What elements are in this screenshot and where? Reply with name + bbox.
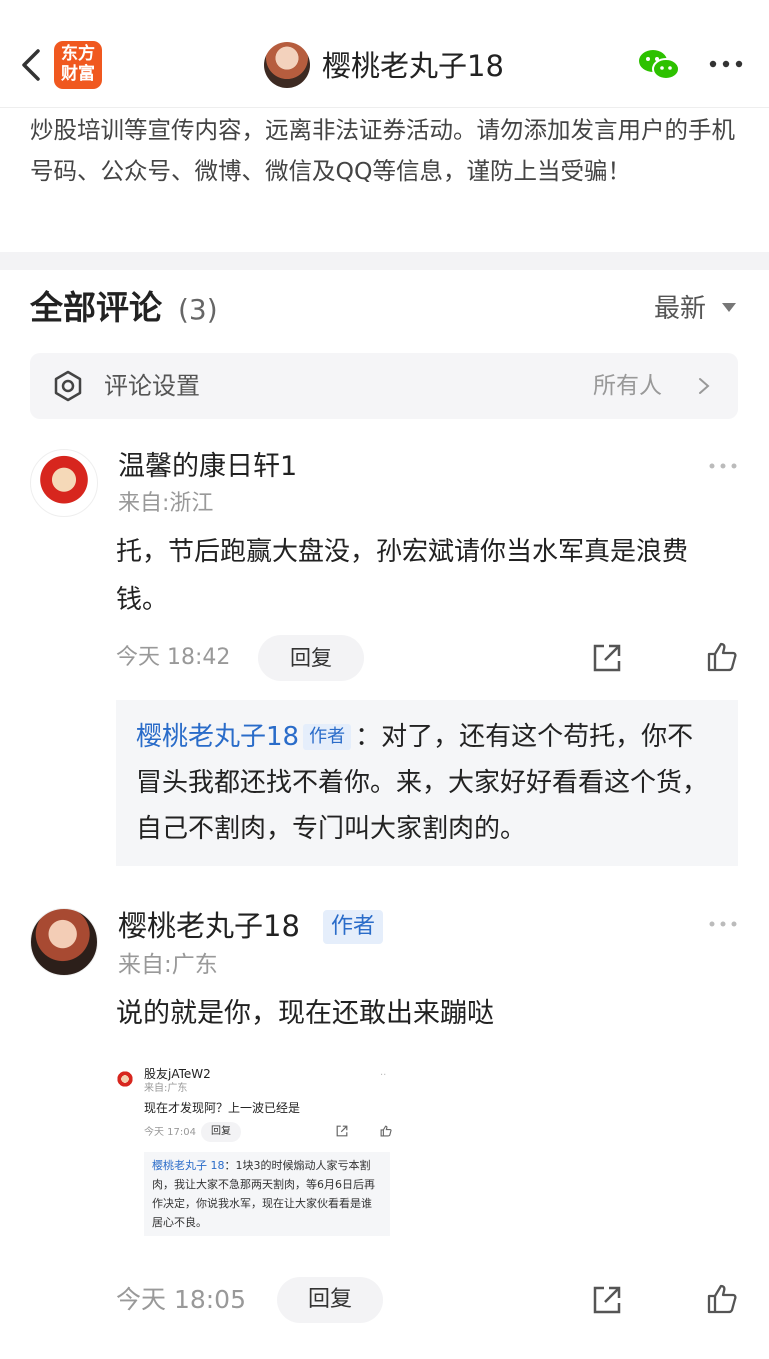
image-body: 现在才发现阿？上一波已经是 [144, 1101, 301, 1115]
share-icon[interactable] [592, 1285, 622, 1315]
image-location: 来自:广东 [144, 1083, 188, 1094]
image-username: 股友jATeW2 [144, 1067, 211, 1081]
more-icon[interactable] [708, 920, 738, 928]
settings-label: 评论设置 [104, 372, 200, 400]
section-divider [0, 252, 769, 270]
comment-body: 托，节后跑赢大盘没，孙宏斌请你当水军真是浪费钱。 [116, 537, 689, 615]
top-nav-bar: 东方 财富 樱桃老丸子18 [0, 0, 769, 108]
author-reply: 樱桃老丸子18 作者 ：对了，还有这个苟托，你不冒头我都还找不着你。来，大家好好看看… [116, 700, 738, 866]
comment-settings-row[interactable]: 评论设置 所有人 [30, 353, 738, 419]
comment-body: 说的就是你，现在还敢出来蹦哒 [116, 998, 494, 1029]
reply-button[interactable]: 回复 [258, 635, 364, 681]
avatar[interactable] [30, 449, 98, 517]
share-icon [336, 1125, 348, 1137]
like-icon[interactable] [706, 1283, 738, 1315]
settings-value: 所有人 [593, 373, 662, 399]
share-icon[interactable] [592, 643, 622, 673]
logo-text-line2: 财富 [61, 64, 95, 84]
header-avatar[interactable] [264, 42, 310, 88]
app-logo[interactable]: 东方 财富 [54, 41, 102, 89]
author-badge: 作者 [323, 910, 384, 944]
sort-dropdown[interactable]: 最新 [654, 290, 706, 328]
image-author-reply: 樱桃老丸子 18：1块3的时候煽动人家亏本割肉，我让大家不急那两天割肉，等6月6… [144, 1152, 390, 1236]
comment-username[interactable]: 温馨的康日轩1 [118, 449, 297, 485]
page-title[interactable]: 樱桃老丸子18 [322, 48, 504, 84]
comment-location: 来自:广东 [118, 952, 218, 978]
comments-count: (3) [178, 293, 218, 326]
comment-username[interactable]: 樱桃老丸子18 [118, 908, 300, 944]
image-reply-button: 回复 [201, 1122, 241, 1142]
comment-location: 来自:浙江 [118, 491, 214, 516]
avatar[interactable] [30, 908, 98, 976]
comment-image[interactable]: 股友jATeW2 来自:广东 ·· 现在才发现阿？上一波已经是 今天 17:04… [108, 1058, 398, 1248]
risk-notice: 炒股培训等宣传内容，远离非法证券活动。请勿添加发言用户的手机号码、公众号、微博、… [30, 116, 735, 185]
reply-separator: ： [355, 722, 382, 752]
image-reply-author: 樱桃老丸子 18 [152, 1159, 225, 1172]
back-icon[interactable] [18, 48, 46, 82]
more-icon: ·· [380, 1070, 387, 1081]
like-icon [380, 1125, 392, 1137]
avatar [116, 1070, 134, 1088]
reply-button[interactable]: 回复 [277, 1277, 383, 1323]
comment-time: 今天 18:05 [116, 1285, 246, 1314]
more-icon[interactable] [708, 56, 744, 72]
comments-title: 全部评论 [30, 288, 162, 327]
author-badge: 作者 [303, 724, 352, 750]
wechat-icon[interactable] [637, 48, 681, 82]
logo-text-line1: 东方 [61, 44, 95, 64]
reply-author-name[interactable]: 樱桃老丸子18 [136, 722, 299, 752]
like-icon[interactable] [706, 641, 738, 673]
comment-time: 今天 18:42 [116, 645, 231, 670]
image-time: 今天 17:04 [144, 1127, 196, 1138]
more-icon[interactable] [708, 462, 738, 470]
caret-down-icon[interactable] [722, 303, 736, 312]
gear-icon [54, 370, 82, 402]
chevron-right-icon [699, 378, 710, 394]
